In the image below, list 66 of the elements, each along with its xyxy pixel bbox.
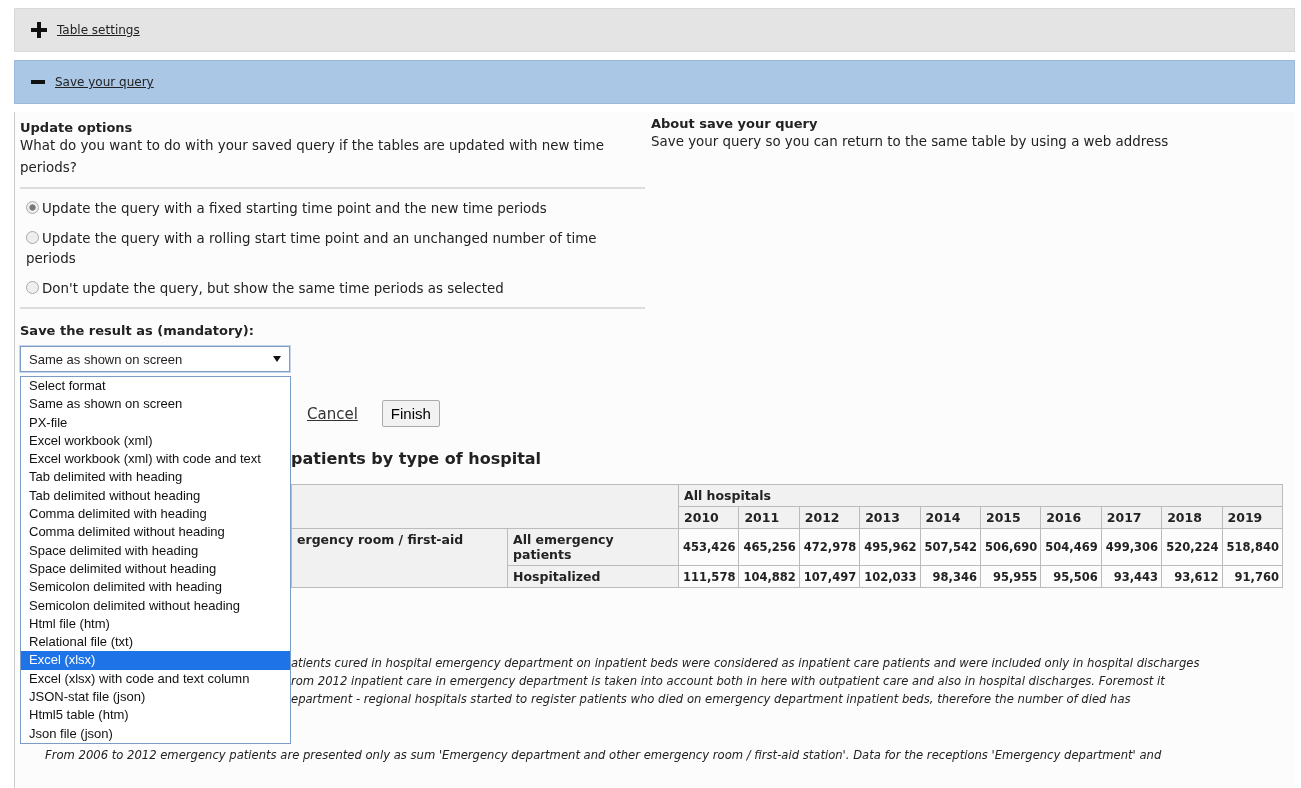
format-option[interactable]: Semicolon delimited without heading [21, 596, 290, 615]
caret-icon [273, 356, 281, 362]
format-option[interactable]: Tab delimited without heading [21, 486, 290, 506]
format-option[interactable]: Comma delimited with heading [21, 505, 290, 524]
table-cell: 91,760 [1222, 565, 1283, 588]
table-cell: 520,224 [1161, 528, 1222, 566]
format-option[interactable]: JSON-stat file (json) [21, 688, 290, 707]
table-cell: 95,955 [980, 565, 1041, 588]
finish-button[interactable]: Finish [381, 400, 440, 427]
plus-icon [31, 22, 47, 38]
question-text: What do you want to do with your saved query if the tables are updated with new time periods? [20, 137, 605, 177]
table-cell: 506,690 [980, 528, 1041, 566]
format-option[interactable]: Comma delimited without heading [21, 523, 290, 542]
format-option[interactable]: Excel (xlsx) [21, 651, 290, 670]
note-text: epartment - regional hospitals started to register patients who died on emergency department inpatient beds, therefore the number of died has [291, 691, 1132, 708]
table-cell: 93,612 [1161, 565, 1222, 588]
table-cell: 495,962 [859, 528, 921, 566]
table-cell: 102,033 [859, 565, 921, 588]
format-option[interactable]: Json file (json) [21, 724, 290, 743]
format-option[interactable]: PX-file [21, 413, 290, 432]
table-cell: 472,978 [799, 528, 860, 566]
format-option[interactable]: Space delimited without heading [21, 559, 290, 579]
row-header-cell: Hospitalized [507, 565, 679, 588]
note-text: rom 2012 inpatient care in emergency department is taken into account both in here with outpatient care and also in hospital discharges. Foremost it [291, 673, 1166, 690]
format-select[interactable]: Same as shown on screen [20, 346, 290, 372]
radio-option[interactable]: Don't update the query, but show the same time periods as selected [20, 269, 645, 299]
stub-cell: ergency room / first-aid [291, 528, 508, 588]
header-cell: All hospitals [678, 484, 1283, 507]
radio-option[interactable]: Update the query with a fixed starting time point and the new time periods [20, 189, 645, 219]
table-cell: 507,542 [920, 528, 981, 566]
section-heading: About save your query [651, 116, 819, 131]
format-option[interactable]: Tab delimited with heading [21, 468, 290, 487]
format-option[interactable]: Semicolon delimited with heading [21, 578, 290, 597]
format-option[interactable]: Html file (htm) [21, 614, 290, 634]
format-option[interactable]: Same as shown on screen [21, 395, 290, 414]
table-cell: 93,443 [1101, 565, 1162, 588]
cancel-link[interactable]: Cancel [307, 404, 358, 423]
table-cell: 499,306 [1101, 528, 1162, 566]
table-title: patients by type of hospital [291, 449, 543, 468]
format-option[interactable]: Relational file (txt) [21, 633, 290, 652]
format-option[interactable]: Excel (xlsx) with code and text column [21, 669, 290, 689]
field-label: Save the result as (mandatory): [20, 323, 255, 338]
table-cell: 98,346 [920, 565, 981, 588]
section-bar[interactable]: Save your query [14, 60, 1295, 104]
table-cell: 111,578 [678, 565, 739, 588]
table-cell: 518,840 [1222, 528, 1283, 566]
format-option[interactable]: Html5 table (htm) [21, 706, 290, 725]
table-cell: 104,882 [738, 565, 800, 588]
section-link[interactable]: Save your query [55, 75, 154, 89]
table-cell: 504,469 [1040, 528, 1102, 566]
format-option[interactable]: Space delimited with heading [21, 541, 290, 560]
table-cell: 107,497 [799, 565, 860, 588]
note-text: atients cured in hospital emergency department on inpatient beds were considered as inpatient care patients and were included only in hospital discharges [291, 655, 1201, 672]
radio-option[interactable]: Update the query with a rolling start time point and an unchanged number of time periods [20, 219, 645, 269]
table-cell: 95,506 [1040, 565, 1102, 588]
about-text: Save your query so you can return to the same table by using a web address [651, 133, 1170, 151]
row-header-cell: All emergency patients [507, 528, 679, 566]
format-option[interactable]: Excel workbook (xml) [21, 431, 290, 451]
section-bar[interactable]: Table settings [14, 8, 1295, 52]
table-cell: 453,426 [678, 528, 739, 566]
format-option[interactable]: Excel workbook (xml) with code and text [21, 450, 290, 469]
format-option[interactable]: Select format [21, 377, 290, 396]
section-link[interactable]: Table settings [57, 23, 140, 37]
section-heading: Update options [20, 120, 134, 135]
table-cell: 465,256 [738, 528, 800, 566]
footnote-text: From 2006 to 2012 emergency patients are presented only as sum 'Emergency department and other emergency room / first-aid station'. Data for the receptions 'Emergency department' and [44, 747, 1163, 762]
